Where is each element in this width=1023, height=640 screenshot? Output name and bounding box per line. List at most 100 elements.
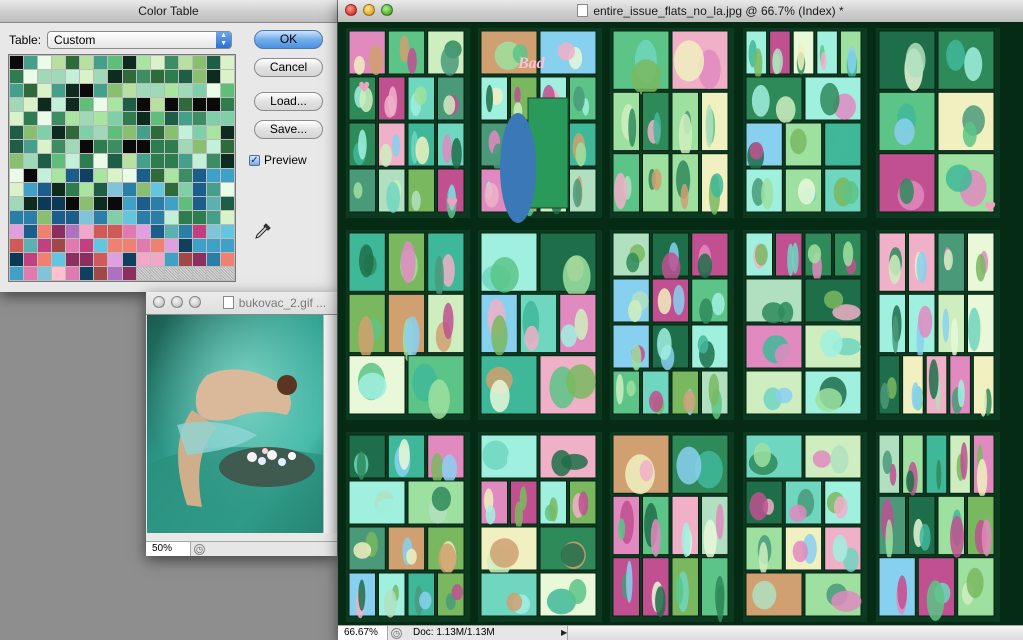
color-swatch[interactable] — [52, 140, 66, 154]
color-swatch[interactable] — [178, 112, 192, 126]
color-swatch[interactable] — [24, 224, 38, 238]
color-swatch[interactable] — [52, 154, 66, 168]
color-swatch[interactable] — [136, 140, 150, 154]
color-swatch[interactable] — [178, 140, 192, 154]
color-swatch[interactable] — [80, 252, 94, 266]
zoom-button[interactable] — [189, 296, 201, 308]
color-swatch[interactable] — [52, 252, 66, 266]
color-swatch[interactable] — [10, 112, 24, 126]
color-swatch[interactable] — [122, 56, 136, 70]
close-button[interactable] — [153, 296, 165, 308]
color-swatch[interactable] — [122, 126, 136, 140]
color-swatch[interactable] — [24, 84, 38, 98]
color-swatch[interactable] — [178, 224, 192, 238]
color-swatch[interactable] — [108, 224, 122, 238]
color-swatch[interactable] — [206, 70, 220, 84]
color-swatch[interactable] — [136, 56, 150, 70]
color-swatch[interactable] — [66, 98, 80, 112]
color-swatch[interactable] — [80, 210, 94, 224]
small-window-scrollbar[interactable] — [323, 315, 337, 533]
color-swatch[interactable] — [108, 238, 122, 252]
color-swatch[interactable] — [108, 196, 122, 210]
color-swatch[interactable] — [38, 56, 52, 70]
color-swatch[interactable] — [220, 238, 234, 252]
color-swatch[interactable] — [220, 98, 234, 112]
color-swatch[interactable] — [206, 182, 220, 196]
color-swatch[interactable] — [38, 196, 52, 210]
color-swatch[interactable] — [24, 112, 38, 126]
color-swatch[interactable] — [136, 224, 150, 238]
color-swatch[interactable] — [206, 140, 220, 154]
color-swatch[interactable] — [108, 112, 122, 126]
color-swatch[interactable] — [136, 168, 150, 182]
color-swatch[interactable] — [178, 126, 192, 140]
preview-checkbox[interactable]: ✓ — [249, 154, 260, 166]
color-swatch[interactable] — [122, 168, 136, 182]
color-swatch[interactable] — [122, 196, 136, 210]
color-swatch[interactable] — [94, 252, 108, 266]
color-swatch[interactable] — [10, 70, 24, 84]
color-swatch[interactable] — [80, 70, 94, 84]
color-swatch[interactable] — [24, 154, 38, 168]
color-swatch[interactable] — [206, 112, 220, 126]
color-swatch[interactable] — [10, 224, 24, 238]
color-swatch[interactable] — [206, 98, 220, 112]
color-swatch[interactable] — [220, 126, 234, 140]
color-swatch[interactable] — [66, 140, 80, 154]
color-swatch[interactable] — [220, 84, 234, 98]
color-swatch[interactable] — [178, 210, 192, 224]
color-swatch[interactable] — [66, 70, 80, 84]
color-swatch[interactable] — [24, 56, 38, 70]
color-swatch[interactable] — [24, 126, 38, 140]
color-swatch[interactable] — [52, 56, 66, 70]
color-swatch[interactable] — [24, 70, 38, 84]
color-swatch[interactable] — [38, 224, 52, 238]
color-swatch[interactable] — [150, 266, 164, 280]
ok-button[interactable]: OK — [254, 30, 323, 49]
color-swatch[interactable] — [52, 70, 66, 84]
color-swatch[interactable] — [178, 238, 192, 252]
color-swatch[interactable] — [192, 56, 206, 70]
color-swatch[interactable] — [192, 224, 206, 238]
color-swatch[interactable] — [164, 84, 178, 98]
color-swatch[interactable] — [80, 196, 94, 210]
color-swatch[interactable] — [192, 126, 206, 140]
color-swatch[interactable] — [136, 112, 150, 126]
color-swatch[interactable] — [150, 224, 164, 238]
color-swatch[interactable] — [122, 224, 136, 238]
color-swatch[interactable] — [192, 238, 206, 252]
color-swatch[interactable] — [136, 98, 150, 112]
color-swatch[interactable] — [178, 266, 192, 280]
color-swatch[interactable] — [150, 168, 164, 182]
color-swatch[interactable] — [38, 98, 52, 112]
color-swatch[interactable] — [94, 98, 108, 112]
color-swatch[interactable] — [150, 210, 164, 224]
color-swatch[interactable] — [80, 168, 94, 182]
color-swatch[interactable] — [178, 98, 192, 112]
color-swatch[interactable] — [24, 252, 38, 266]
color-swatch[interactable] — [94, 168, 108, 182]
color-swatch[interactable] — [10, 168, 24, 182]
color-swatch[interactable] — [192, 196, 206, 210]
color-swatch[interactable] — [192, 84, 206, 98]
color-swatch[interactable] — [52, 84, 66, 98]
color-swatch[interactable] — [206, 84, 220, 98]
color-swatch[interactable] — [206, 196, 220, 210]
color-swatch[interactable] — [24, 238, 38, 252]
color-swatch[interactable] — [122, 266, 136, 280]
cancel-button[interactable]: Cancel — [254, 58, 323, 77]
color-swatch[interactable] — [164, 168, 178, 182]
color-swatch[interactable] — [164, 140, 178, 154]
color-swatch[interactable] — [136, 70, 150, 84]
color-swatch[interactable] — [220, 182, 234, 196]
color-swatch[interactable] — [10, 210, 24, 224]
color-swatch[interactable] — [94, 196, 108, 210]
color-swatch[interactable] — [94, 84, 108, 98]
color-swatch[interactable] — [66, 224, 80, 238]
color-swatch[interactable] — [164, 56, 178, 70]
color-swatch[interactable] — [122, 238, 136, 252]
color-swatch[interactable] — [136, 238, 150, 252]
color-swatch[interactable] — [94, 112, 108, 126]
color-swatch[interactable] — [108, 210, 122, 224]
color-swatch[interactable] — [66, 168, 80, 182]
